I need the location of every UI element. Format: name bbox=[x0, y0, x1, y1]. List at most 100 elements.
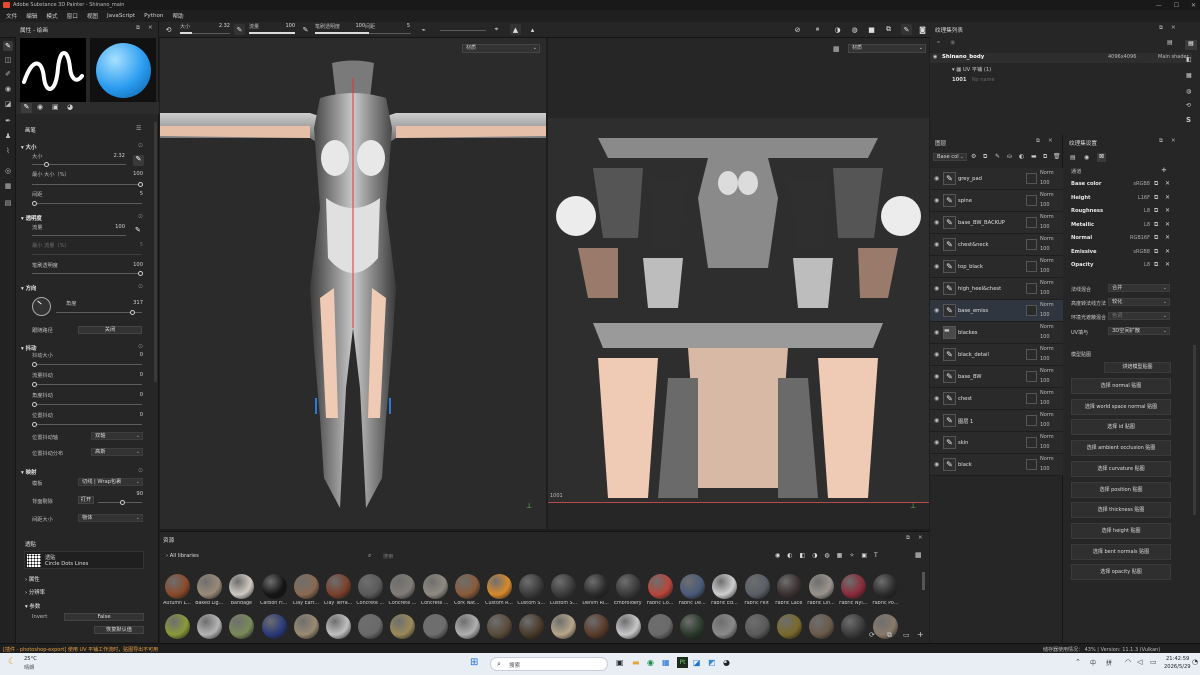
asset-item[interactable] bbox=[645, 614, 675, 640]
asset-item[interactable] bbox=[291, 614, 321, 640]
edge-browser-icon[interactable]: ◉ bbox=[647, 658, 654, 667]
taskbar-search-box[interactable]: ⌕ 搜索 bbox=[490, 657, 608, 671]
asset-item[interactable]: Fabric Lace bbox=[774, 574, 804, 610]
eye-icon[interactable]: ◉ bbox=[934, 439, 939, 446]
filter-smart-materials-icon[interactable]: ◐ bbox=[787, 552, 792, 562]
ime-mode[interactable]: 拼 bbox=[1106, 658, 1112, 667]
asset-item[interactable]: Custom S... bbox=[516, 574, 546, 610]
layer-mask-thumb[interactable] bbox=[1026, 195, 1037, 206]
add-fill-layer-icon[interactable]: ⛀ bbox=[1007, 153, 1012, 160]
layer-mask-thumb[interactable] bbox=[1026, 349, 1037, 360]
library-breadcrumb[interactable]: › All libraries bbox=[166, 553, 199, 559]
notification-icon[interactable]: ◔ bbox=[1192, 658, 1198, 666]
texture-settings-icon[interactable]: ▦ bbox=[1186, 72, 1192, 79]
properties-scrollbar[interactable] bbox=[154, 122, 157, 382]
clock-time[interactable]: 21:42:59 bbox=[1166, 656, 1189, 662]
display-settings-icon[interactable]: ◍ bbox=[849, 24, 860, 35]
symmetry-icon[interactable]: ⌖ bbox=[491, 24, 502, 35]
backface-value[interactable]: 90 bbox=[124, 491, 143, 497]
layer-opacity[interactable]: 100 bbox=[1040, 444, 1050, 450]
filter-generators-icon[interactable]: ▦ bbox=[837, 552, 843, 562]
asset-item[interactable] bbox=[581, 614, 611, 640]
pen-pressure-icon[interactable]: ✎ bbox=[234, 24, 245, 35]
size-reset-icon[interactable]: ⊙ bbox=[138, 142, 143, 149]
duplicate-layer-icon[interactable]: ⧉ bbox=[1043, 153, 1047, 161]
bake-tool-icon[interactable]: ◎ bbox=[3, 166, 13, 176]
remove-channel-icon[interactable]: ✕ bbox=[1165, 248, 1170, 255]
render-icon[interactable]: ◑ bbox=[832, 24, 843, 35]
direction-section-title[interactable]: ▾ 方向 bbox=[21, 284, 36, 292]
size-jitter-knob[interactable] bbox=[32, 362, 37, 367]
paint-mode-icon[interactable]: ✎ bbox=[901, 24, 912, 35]
eye-icon[interactable]: ◉ bbox=[934, 373, 939, 380]
history-icon[interactable]: ⟲ bbox=[1186, 102, 1191, 109]
asset-item[interactable] bbox=[162, 614, 192, 640]
asset-item[interactable] bbox=[709, 614, 739, 640]
texture-settings-close-icon[interactable]: ✕ bbox=[1171, 138, 1176, 144]
layer-opacity[interactable]: 100 bbox=[1040, 202, 1050, 208]
close-icon[interactable]: ✕ bbox=[1191, 2, 1196, 9]
painter-taskbar-icon[interactable]: Pt bbox=[677, 657, 688, 668]
mirror-icon[interactable]: ▲ bbox=[510, 24, 521, 35]
position-jitter-slider[interactable] bbox=[32, 424, 142, 425]
params-section[interactable]: ▾ 参数 bbox=[25, 602, 40, 610]
mesh-map-slot[interactable]: 选择 normal 贴图 bbox=[1071, 378, 1171, 394]
uv-grid-icon[interactable]: ▦ bbox=[833, 45, 840, 53]
store-icon[interactable]: ▦ bbox=[662, 658, 670, 667]
menu-javascript[interactable]: JavaScript bbox=[107, 13, 135, 19]
follow-path-toggle[interactable]: 关闭 bbox=[78, 326, 142, 334]
uv-tile-id[interactable]: 1001 bbox=[952, 77, 966, 83]
flow-jitter-slider[interactable] bbox=[32, 384, 142, 385]
layer-row[interactable]: ◉ ✎ base_BW_BACKUP Norm 100 bbox=[930, 212, 1063, 234]
viewport-toggle-icon[interactable]: ⧉ bbox=[883, 24, 894, 35]
size-slider-knob[interactable] bbox=[44, 162, 49, 167]
channel-settings-icon[interactable]: ⧉ bbox=[1154, 234, 1158, 242]
toolbar-size-value[interactable]: 2.32 bbox=[210, 23, 230, 29]
add-asset-icon[interactable]: + bbox=[917, 630, 924, 639]
menu-python[interactable]: Python bbox=[144, 13, 163, 19]
alpha-slot[interactable]: 透贴 Circle Dots Lines bbox=[24, 551, 144, 569]
path-tool-icon[interactable]: ⌇ bbox=[3, 146, 13, 156]
toolbar-spacing-value[interactable]: 5 bbox=[390, 23, 410, 29]
position-jitter-value[interactable]: 0 bbox=[124, 412, 143, 418]
texture-set-link-icon[interactable]: ⚭ bbox=[936, 39, 941, 46]
asset-item[interactable] bbox=[420, 614, 450, 640]
layer-blend-mode[interactable]: Norm bbox=[1040, 368, 1054, 374]
layer-row[interactable]: ◉ ✎ grey_pad Norm 100 bbox=[930, 168, 1063, 190]
color-picker-icon[interactable]: ♟ bbox=[3, 131, 13, 141]
add-mask-icon[interactable]: ⧉ bbox=[983, 153, 987, 161]
channel-row[interactable]: Base color sRGB8 ⧉ ✕ bbox=[1064, 178, 1192, 191]
layer-opacity[interactable]: 100 bbox=[1040, 400, 1050, 406]
stroke-opacity-value[interactable]: 100 bbox=[124, 262, 143, 268]
layer-row[interactable]: ◉ ✎ black Norm 100 bbox=[930, 454, 1063, 476]
texture-sets-close-icon[interactable]: ✕ bbox=[1171, 25, 1176, 31]
eye-icon[interactable]: ◉ bbox=[934, 197, 939, 204]
viewport2d-mode-dropdown[interactable]: 材质 ⌄ bbox=[848, 44, 926, 53]
import-icon[interactable]: ⧉ bbox=[887, 631, 892, 640]
add-folder-icon[interactable]: ▬ bbox=[1031, 153, 1037, 160]
channel-settings-icon[interactable]: ⧉ bbox=[1154, 261, 1158, 269]
assets-close-icon[interactable]: ✕ bbox=[918, 535, 923, 541]
texture-set-row[interactable]: ◉ Shinano_body 4096x4096 Main shader bbox=[930, 53, 1192, 63]
stroke-opacity-knob[interactable] bbox=[138, 271, 143, 276]
attrs-section[interactable]: › 属性 bbox=[25, 575, 40, 583]
mesh-map-slot[interactable]: 选择 height 贴图 bbox=[1071, 522, 1171, 539]
lazy-mouse-slider[interactable] bbox=[440, 30, 486, 31]
layer-opacity[interactable]: 100 bbox=[1040, 312, 1050, 318]
min-size-value[interactable]: 100 bbox=[124, 171, 143, 177]
eye-icon[interactable]: ◉ bbox=[934, 241, 939, 248]
layer-blend-mode[interactable]: Norm bbox=[1040, 192, 1054, 198]
layers-icon[interactable]: ◧ bbox=[1186, 56, 1192, 63]
app-taskbar-icon[interactable]: ◪ bbox=[693, 658, 701, 667]
tab-material-icon[interactable]: ◉ bbox=[37, 103, 43, 111]
texture-set-list-icon[interactable]: ▤ bbox=[1185, 40, 1197, 50]
size-value[interactable]: 2.32 bbox=[106, 153, 125, 159]
weather-icon[interactable]: ☾ bbox=[8, 657, 16, 667]
add-folder-effect-icon[interactable]: ◐ bbox=[1019, 153, 1024, 160]
height-method-dropdown[interactable]: 较化 ⌄ bbox=[1108, 298, 1170, 306]
eye-icon[interactable]: ◉ bbox=[934, 417, 939, 424]
angle-knob[interactable] bbox=[130, 310, 135, 315]
brush-settings-icon[interactable]: ⟲ bbox=[163, 24, 174, 35]
asset-item[interactable] bbox=[548, 614, 578, 640]
layer-row[interactable]: ◉ ✎ black_detail Norm 100 bbox=[930, 344, 1063, 366]
